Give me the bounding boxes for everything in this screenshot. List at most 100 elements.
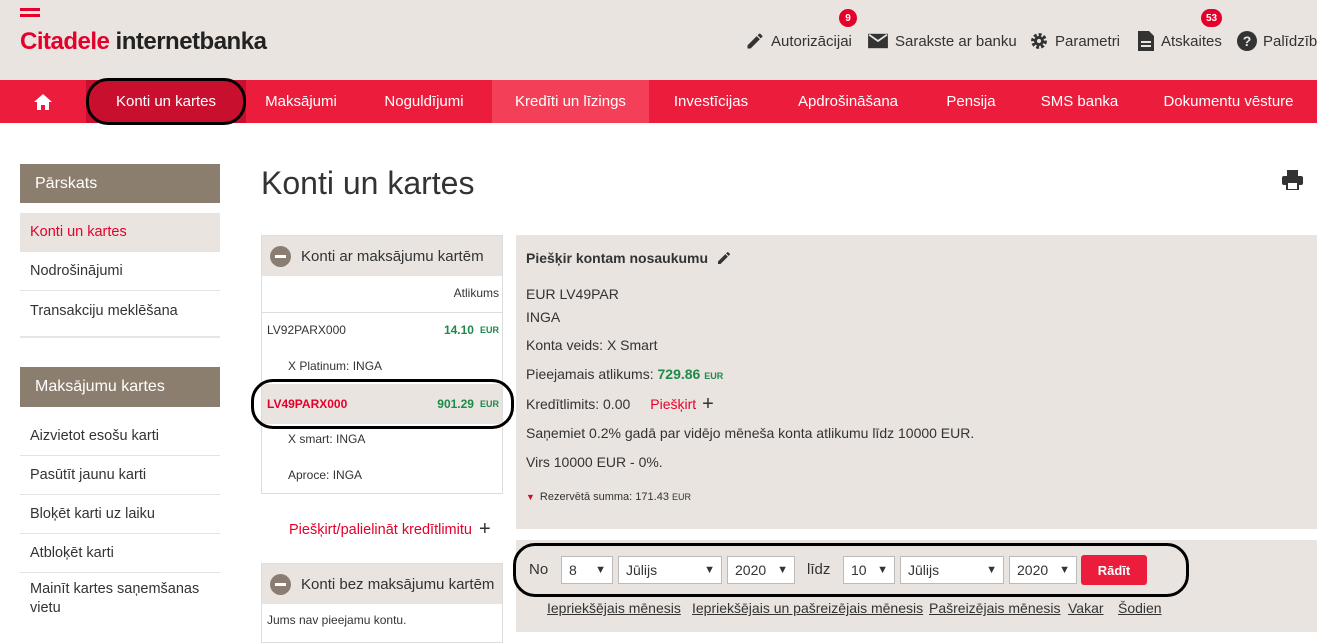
sidebar-item-order-card[interactable]: Pasūtīt jaunu karti <box>20 456 220 495</box>
caret-down-icon: ▼ <box>526 492 535 502</box>
collapse-icon[interactable] <box>270 245 291 267</box>
reports-label: Atskaites <box>1161 32 1222 50</box>
print-icon[interactable] <box>1282 170 1303 190</box>
card-label: X Platinum: INGA <box>288 359 383 373</box>
show-button[interactable]: Rādīt <box>1081 555 1147 585</box>
logo-mark <box>20 8 40 11</box>
account-detail-panel: Piešķir kontam nosaukumu EUR LV49PAR ING… <box>516 235 1317 529</box>
account-number: LV92PARX000 <box>267 323 346 337</box>
account-currency: EUR <box>479 399 499 409</box>
from-year-select[interactable]: 2020 ▼ <box>727 556 795 584</box>
today-link[interactable]: Šodien <box>1118 600 1162 616</box>
sidebar-item-replace-card[interactable]: Aizvietot esošu karti <box>20 417 220 456</box>
dropdown-arrow-icon: ▼ <box>1059 564 1070 576</box>
no-accounts-message: Jums nav pieejamu kontu. <box>267 613 407 627</box>
sidebar-item-block-card[interactable]: Bloķēt karti uz laiku <box>20 495 220 534</box>
home-icon <box>34 93 52 110</box>
rename-label: Piešķir kontam nosaukumu <box>526 250 709 266</box>
credit-limit-link[interactable]: Piešķirt/palielināt kredītlimitu + <box>289 518 491 541</box>
svg-text:?: ? <box>1243 33 1252 49</box>
account-type: Konta veids: X Smart <box>526 337 658 353</box>
pencil-icon <box>718 251 731 264</box>
brand-logo[interactable]: Citadele internetbanka <box>20 28 267 56</box>
collapse-icon[interactable] <box>270 573 291 595</box>
account-row[interactable]: LV92PARX000 14.10 EUR <box>262 320 502 340</box>
messages-button[interactable]: Sarakste ar banku <box>867 30 1017 52</box>
dropdown-arrow-icon: ▼ <box>986 564 997 576</box>
document-icon <box>1138 31 1154 51</box>
available-balance: Pieejamais atlikums: 729.86 EUR <box>526 366 723 382</box>
sidebar-overview-heading: Pārskats <box>20 164 220 203</box>
card-item[interactable]: Aproce: INGA <box>262 466 502 484</box>
from-month-select[interactable]: Jūlijs ▼ <box>618 556 722 584</box>
previous-current-month-link[interactable]: Iepriekšējais un pašreizējais mēnesis <box>692 600 923 616</box>
nav-pension[interactable]: Pensija <box>923 80 1019 123</box>
settings-button[interactable]: Parametri <box>1029 30 1120 52</box>
sidebar-item-accounts-cards[interactable]: Konti un kartes <box>20 213 220 252</box>
assign-credit-link[interactable]: Piešķirt <box>650 396 696 412</box>
from-label: No <box>529 561 549 578</box>
plus-icon[interactable]: + <box>702 394 714 414</box>
current-month-link[interactable]: Pašreizējais mēnesis <box>929 600 1061 616</box>
accounts-panel-header[interactable]: Konti ar maksājumu kartēm <box>262 236 502 276</box>
envelope-icon <box>868 33 888 49</box>
nav-deposits[interactable]: Noguldījumi <box>356 80 492 123</box>
promo-text: Saņemiet 0.2% gadā par vidējo mēneša kon… <box>526 425 975 441</box>
credit-limit-label: Piešķirt/palielināt kredītlimitu <box>289 521 472 538</box>
nav-accounts-cards[interactable]: Konti un kartes <box>86 80 246 123</box>
from-day-select[interactable]: 8 ▼ <box>561 556 613 584</box>
account-balance: 14.10 <box>443 323 474 337</box>
sidebar-item-unblock-card[interactable]: Atbloķēt karti <box>20 534 220 573</box>
nav-investments[interactable]: Investīcijas <box>649 80 773 123</box>
yesterday-link[interactable]: Vakar <box>1068 600 1104 616</box>
no-cards-panel-header[interactable]: Konti bez maksājumu kartēm <box>262 564 502 604</box>
to-year-select[interactable]: 2020 ▼ <box>1009 556 1077 584</box>
nav-payments[interactable]: Maksājumi <box>246 80 356 123</box>
rename-account-link[interactable]: Piešķir kontam nosaukumu <box>526 250 732 266</box>
nav-credits-leasing[interactable]: Kredīti un līzings <box>492 80 649 123</box>
sidebar-divider <box>20 336 220 338</box>
dropdown-arrow-icon: ▼ <box>777 564 788 576</box>
to-month-select[interactable]: Jūlijs ▼ <box>900 556 1004 584</box>
authorization-badge: 9 <box>839 9 857 27</box>
available-amount: 729.86 <box>657 366 701 382</box>
reserved-amount-toggle[interactable]: ▼ Rezervētā summa: 171.43 EUR <box>526 491 691 503</box>
sidebar-item-collateral[interactable]: Nodrošinājumi <box>20 252 220 291</box>
sidebar-item-transaction-search[interactable]: Transakciju meklēšana <box>20 291 220 330</box>
to-day-select[interactable]: 10 ▼ <box>843 556 895 584</box>
help-button[interactable]: ? Palīdzība <box>1237 30 1317 52</box>
sidebar-item-change-pickup[interactable]: Mainīt kartes saņemšanas vietu <box>20 576 220 622</box>
home-nav-item[interactable] <box>0 80 86 123</box>
account-owner: INGA <box>526 309 561 325</box>
reserved-currency: EUR <box>671 492 691 502</box>
previous-month-link[interactable]: Iepriekšējais mēnesis <box>547 600 681 616</box>
nav-sms-bank[interactable]: SMS banka <box>1019 80 1140 123</box>
reports-button[interactable]: Atskaites 53 <box>1137 9 1223 52</box>
accounts-with-cards-panel: Konti ar maksājumu kartēm Atlikums LV92P… <box>261 235 503 494</box>
account-number: LV49PARX000 <box>267 397 348 411</box>
dropdown-arrow-icon: ▼ <box>877 564 888 576</box>
account-balance: 901.29 <box>437 397 474 411</box>
nav-document-history[interactable]: Dokumentu vēsture <box>1140 80 1317 123</box>
accounts-without-cards-panel: Konti bez maksājumu kartēm Jums nav piee… <box>261 563 503 643</box>
available-label: Pieejamais atlikums: <box>526 366 654 382</box>
gear-icon <box>1031 33 1047 49</box>
card-item[interactable]: X smart: INGA <box>262 430 502 448</box>
account-row-selected[interactable]: LV49PARX000 901.29 EUR <box>262 384 502 424</box>
nav-insurance[interactable]: Apdrošināšana <box>773 80 923 123</box>
pencil-icon <box>747 33 763 49</box>
card-item[interactable]: X Platinum: INGA <box>262 357 502 375</box>
reports-badge: 53 <box>1201 9 1223 27</box>
logo-mark <box>20 14 40 17</box>
promo-text-2: Virs 10000 EUR - 0%. <box>526 454 663 470</box>
authorization-label: Autorizācijai <box>771 32 852 50</box>
card-label: Aproce: INGA <box>288 468 363 482</box>
reserved-amount: Rezervētā summa: 171.43 <box>539 491 669 503</box>
row-divider <box>262 312 502 313</box>
available-currency: EUR <box>704 371 724 381</box>
no-cards-panel-title: Konti bez maksājumu kartēm <box>301 575 495 593</box>
account-currency: EUR <box>479 325 499 335</box>
messages-label: Sarakste ar banku <box>895 32 1017 50</box>
header-bar: Citadele internetbanka Autorizācijai 9 S… <box>0 0 1317 80</box>
authorization-button[interactable]: Autorizācijai 9 <box>745 9 857 52</box>
